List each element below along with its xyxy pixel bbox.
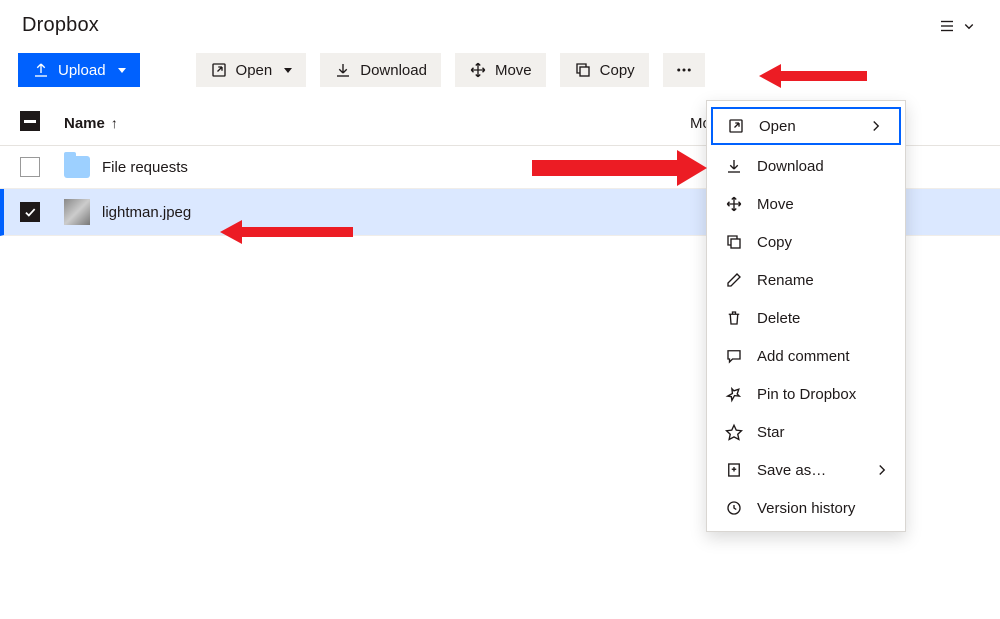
menu-add-comment[interactable]: Add comment: [707, 337, 905, 375]
menu-copy-label: Copy: [757, 234, 792, 251]
folder-icon: [64, 156, 90, 178]
open-icon: [727, 117, 745, 135]
upload-label: Upload: [58, 62, 106, 79]
column-name-label: Name: [64, 115, 105, 132]
delete-icon: [725, 309, 743, 327]
annotation-arrow: [220, 217, 355, 247]
file-name: lightman.jpeg: [102, 204, 191, 221]
menu-move[interactable]: Move: [707, 185, 905, 223]
open-label: Open: [236, 62, 273, 79]
view-toggle[interactable]: [938, 17, 978, 35]
move-icon: [469, 61, 487, 79]
download-button[interactable]: Download: [320, 53, 441, 87]
menu-delete[interactable]: Delete: [707, 299, 905, 337]
rename-icon: [725, 271, 743, 289]
history-icon: [725, 499, 743, 517]
menu-rename-label: Rename: [757, 272, 814, 289]
copy-button[interactable]: Copy: [560, 53, 649, 87]
download-label: Download: [360, 62, 427, 79]
chevron-right-icon: [867, 117, 885, 135]
menu-copy[interactable]: Copy: [707, 223, 905, 261]
move-button[interactable]: Move: [455, 53, 546, 87]
column-name[interactable]: Name ↑: [64, 115, 680, 132]
pin-icon: [725, 385, 743, 403]
more-button[interactable]: [663, 53, 705, 87]
menu-add-comment-label: Add comment: [757, 348, 850, 365]
download-icon: [725, 157, 743, 175]
star-icon: [725, 423, 743, 441]
menu-move-label: Move: [757, 196, 794, 213]
menu-delete-label: Delete: [757, 310, 800, 327]
copy-icon: [574, 61, 592, 79]
select-all-checkbox[interactable]: [20, 111, 40, 131]
page-title: Dropbox: [22, 14, 99, 37]
list-view-icon: [938, 17, 956, 35]
menu-save-as[interactable]: Save as…: [707, 451, 905, 489]
menu-star[interactable]: Star: [707, 413, 905, 451]
upload-icon: [32, 61, 50, 79]
menu-star-label: Star: [757, 424, 785, 441]
file-name: File requests: [102, 159, 188, 176]
menu-rename[interactable]: Rename: [707, 261, 905, 299]
more-icon: [675, 61, 693, 79]
row-checkbox[interactable]: [20, 202, 40, 222]
chevron-right-icon: [873, 461, 891, 479]
download-icon: [334, 61, 352, 79]
copy-icon: [725, 233, 743, 251]
menu-download-label: Download: [757, 158, 824, 175]
menu-open[interactable]: Open: [711, 107, 901, 145]
move-icon: [725, 195, 743, 213]
sort-asc-icon: ↑: [111, 115, 118, 131]
menu-pin-label: Pin to Dropbox: [757, 386, 856, 403]
menu-download[interactable]: Download: [707, 147, 905, 185]
move-label: Move: [495, 62, 532, 79]
annotation-arrow: [759, 61, 869, 91]
open-icon: [210, 61, 228, 79]
chevron-down-icon: [960, 17, 978, 35]
menu-save-as-label: Save as…: [757, 462, 826, 479]
menu-version-history[interactable]: Version history: [707, 489, 905, 527]
save-as-icon: [725, 461, 743, 479]
menu-pin[interactable]: Pin to Dropbox: [707, 375, 905, 413]
menu-open-label: Open: [759, 118, 796, 135]
annotation-arrow: [532, 148, 707, 188]
context-menu: Open Download Move Copy Rename Delete Ad…: [706, 100, 906, 532]
upload-button[interactable]: Upload: [18, 53, 140, 87]
open-button[interactable]: Open: [196, 53, 307, 87]
menu-version-history-label: Version history: [757, 500, 855, 517]
comment-icon: [725, 347, 743, 365]
row-checkbox[interactable]: [20, 157, 40, 177]
image-thumbnail: [64, 199, 90, 225]
copy-label: Copy: [600, 62, 635, 79]
